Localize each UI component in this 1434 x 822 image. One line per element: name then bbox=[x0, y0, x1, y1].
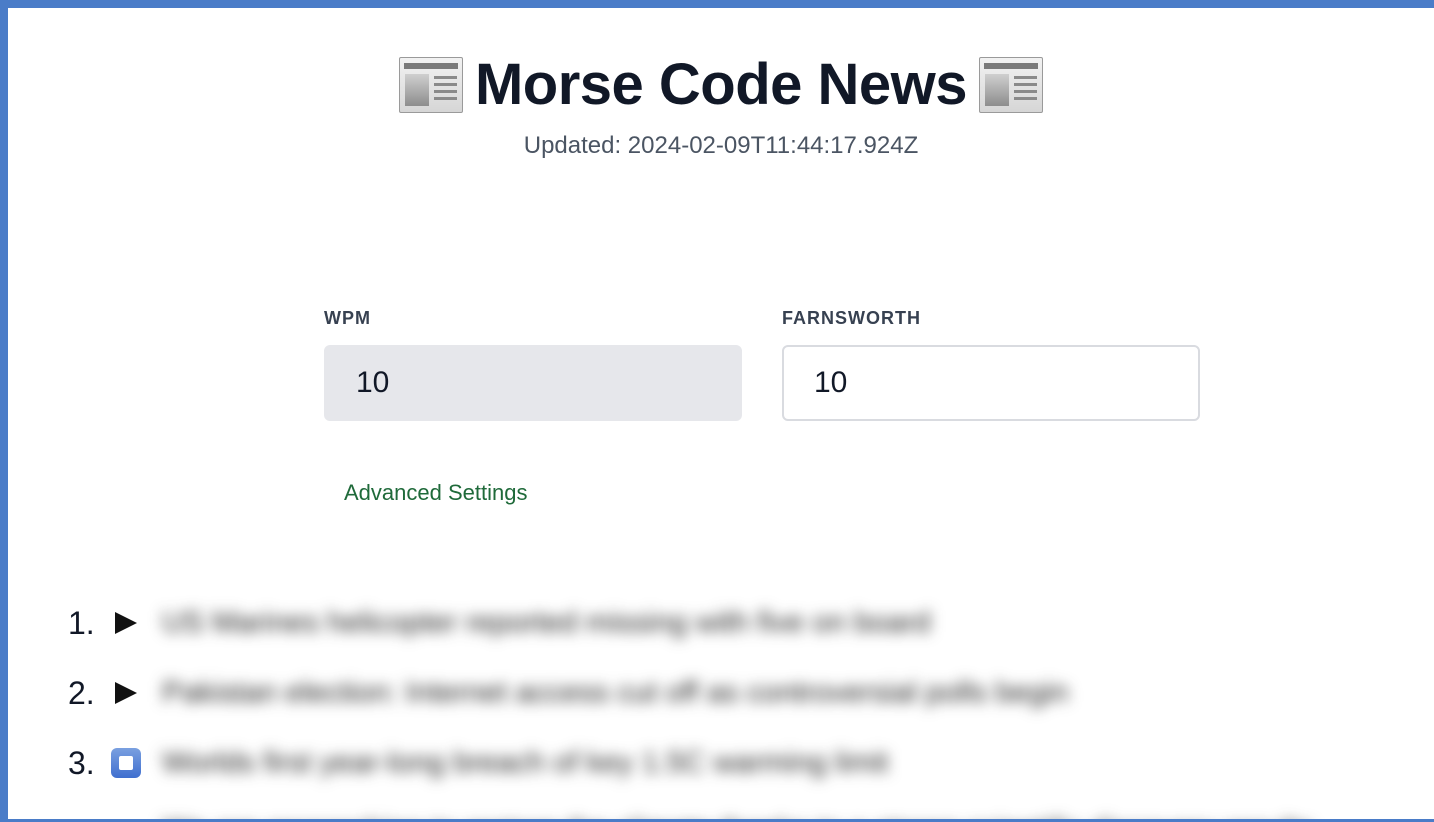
news-headline[interactable]: Worlds first year-long breach of key 1.5… bbox=[162, 746, 888, 780]
news-headline[interactable]: We are researching to restore the climat… bbox=[162, 814, 1314, 819]
item-number: 1. bbox=[68, 604, 95, 641]
farnsworth-input[interactable]: 10 bbox=[782, 345, 1200, 421]
list-item: 3. Worlds first year-long breach of key … bbox=[68, 738, 888, 788]
list-item: 1. US Marines helicopter reported missin… bbox=[68, 598, 931, 648]
play-icon bbox=[115, 612, 137, 634]
play-button[interactable] bbox=[108, 813, 144, 819]
play-button[interactable] bbox=[108, 675, 144, 711]
wpm-input[interactable]: 10 bbox=[324, 345, 742, 421]
stop-button[interactable] bbox=[108, 745, 144, 781]
news-headline[interactable]: Pakistan election: Internet access cut o… bbox=[162, 676, 1069, 710]
updated-timestamp: Updated: 2024-02-09T11:44:17.924Z bbox=[523, 132, 919, 159]
stop-icon bbox=[111, 748, 141, 778]
item-number: 3. bbox=[68, 744, 95, 781]
list-item: 2. Pakistan election: Internet access cu… bbox=[68, 668, 1069, 718]
news-headline[interactable]: US Marines helicopter reported missing w… bbox=[162, 606, 931, 640]
header: Morse Code News Updated: 2024-02-09T11:4… bbox=[8, 52, 1434, 160]
play-icon bbox=[115, 682, 137, 704]
newspaper-icon bbox=[979, 57, 1044, 113]
item-number: 2. bbox=[68, 674, 95, 711]
app-frame: Morse Code News Updated: 2024-02-09T11:4… bbox=[0, 0, 1434, 822]
page-title: Morse Code News bbox=[474, 52, 968, 117]
newspaper-icon bbox=[398, 57, 463, 113]
item-number: 4. bbox=[68, 813, 108, 820]
play-button[interactable] bbox=[108, 605, 144, 641]
advanced-settings-link[interactable]: Advanced Settings bbox=[344, 480, 527, 506]
title-row: Morse Code News bbox=[8, 52, 1434, 118]
farnsworth-label: FARNSWORTH bbox=[782, 308, 921, 328]
wpm-label: WPM bbox=[324, 308, 371, 328]
list-item: 4. We are researching to restore the cli… bbox=[68, 806, 1314, 820]
